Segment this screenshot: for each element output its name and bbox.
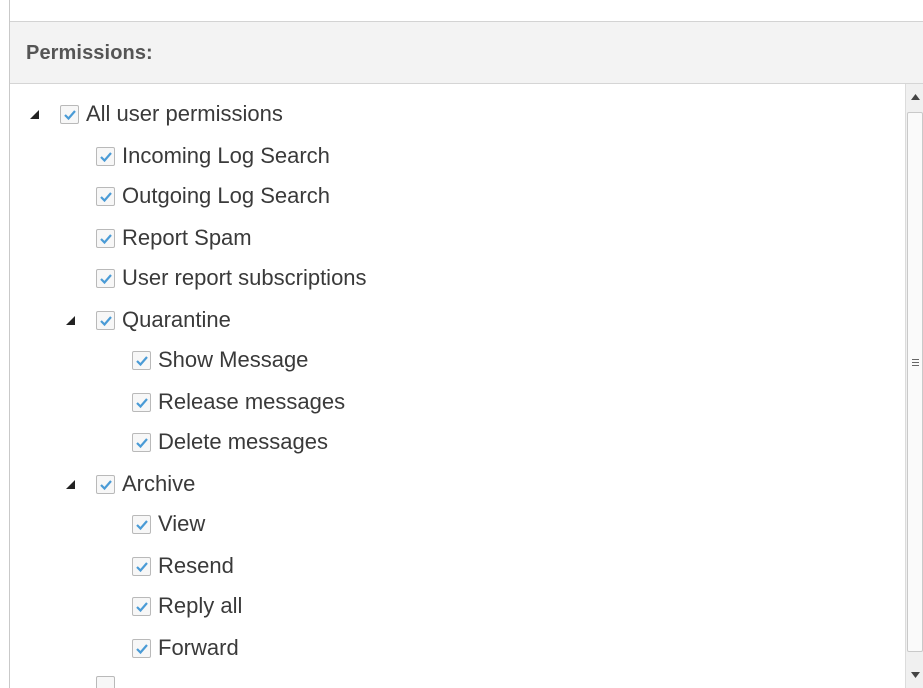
- tree-node-incoming-log-search[interactable]: Incoming Log Search: [96, 141, 330, 171]
- checkmark-icon: [100, 273, 112, 284]
- tree-node-label: Resend: [158, 553, 234, 578]
- checkmark-icon: [136, 561, 148, 572]
- checkbox-report-spam[interactable]: [96, 228, 115, 248]
- panel-title: Permissions:: [26, 42, 153, 64]
- tree-node-label: View: [158, 511, 206, 536]
- checkmark-icon: [100, 151, 112, 162]
- panel-header: Permissions:: [10, 22, 923, 84]
- checkmark-icon: [100, 315, 112, 326]
- scroll-down-arrow-icon[interactable]: [906, 666, 923, 684]
- tree-node-label: Delete messages: [158, 429, 328, 454]
- checkbox-partial[interactable]: [96, 675, 115, 688]
- checkbox-user-report-subscriptions[interactable]: [96, 268, 115, 288]
- checkbox-reply-all[interactable]: [132, 596, 151, 616]
- checkbox-quarantine[interactable]: [96, 310, 115, 330]
- checkbox-delete-messages[interactable]: [132, 432, 151, 452]
- checkmark-icon: [136, 355, 148, 366]
- tree-node-resend[interactable]: Resend: [132, 551, 234, 581]
- tree-node-view[interactable]: View: [132, 509, 205, 539]
- checkbox-view[interactable]: [132, 514, 151, 534]
- checkbox-release-messages[interactable]: [132, 392, 151, 412]
- scroll-up-arrow-icon[interactable]: [906, 88, 923, 106]
- checkmark-icon: [100, 191, 112, 202]
- checkmark-icon: [136, 519, 148, 530]
- checkbox-forward[interactable]: [132, 638, 151, 658]
- checkmark-icon: [136, 437, 148, 448]
- tree-node-label: Outgoing Log Search: [122, 183, 330, 208]
- checkmark-icon: [136, 601, 148, 612]
- checkbox-all-user-permissions[interactable]: [60, 104, 79, 124]
- tree-node-label: Show Message: [158, 347, 309, 372]
- checkbox-resend[interactable]: [132, 556, 151, 576]
- tree-node-report-spam[interactable]: Report Spam: [96, 223, 252, 253]
- tree-node-label: User report subscriptions: [122, 265, 367, 290]
- tree-node-user-report-subscriptions[interactable]: User report subscriptions: [96, 263, 367, 293]
- expander-triangle-icon[interactable]: [64, 477, 78, 491]
- permissions-tree: All user permissions Incoming Log Search…: [10, 84, 906, 688]
- checkbox-show-message[interactable]: [132, 350, 151, 370]
- checkbox-archive[interactable]: [96, 474, 115, 494]
- checkbox-incoming-log-search[interactable]: [96, 146, 115, 166]
- tree-node-label: Incoming Log Search: [122, 143, 330, 168]
- checkmark-icon: [100, 233, 112, 244]
- tree-node-label: Quarantine: [122, 307, 231, 332]
- tree-node-label: Reply all: [158, 593, 243, 618]
- scrollbar-thumb[interactable]: [907, 112, 923, 652]
- checkmark-icon: [136, 643, 148, 654]
- tree-node-label: Report Spam: [122, 225, 252, 250]
- top-strip: [10, 0, 923, 22]
- tree-node-label: Release messages: [158, 389, 346, 414]
- tree-node-delete-messages[interactable]: Delete messages: [132, 427, 328, 457]
- tree-node-forward[interactable]: Forward: [132, 633, 239, 663]
- vertical-scrollbar[interactable]: [905, 84, 923, 688]
- tree-node-reply-all[interactable]: Reply all: [132, 591, 242, 621]
- tree-node-label: All user permissions: [86, 101, 283, 126]
- tree-node-outgoing-log-search[interactable]: Outgoing Log Search: [96, 181, 330, 211]
- checkmark-icon: [64, 109, 76, 120]
- expander-triangle-icon[interactable]: [28, 107, 42, 121]
- checkbox-outgoing-log-search[interactable]: [96, 186, 115, 206]
- expander-triangle-icon[interactable]: [64, 313, 78, 327]
- permissions-panel: Permissions: All user permissions Incomi…: [9, 0, 923, 688]
- tree-node-quarantine[interactable]: Quarantine: [64, 305, 231, 335]
- checkmark-icon: [136, 397, 148, 408]
- tree-node-all-user-permissions[interactable]: All user permissions: [28, 99, 283, 129]
- tree-node-label: Archive: [122, 471, 196, 496]
- tree-node-label: Forward: [158, 635, 239, 660]
- grip-icon: [912, 359, 919, 368]
- tree-node-archive[interactable]: Archive: [64, 469, 195, 499]
- tree-node-show-message[interactable]: Show Message: [132, 345, 308, 375]
- tree-node-partial[interactable]: [96, 670, 122, 688]
- tree-node-release-messages[interactable]: Release messages: [132, 387, 345, 417]
- checkmark-icon: [100, 479, 112, 490]
